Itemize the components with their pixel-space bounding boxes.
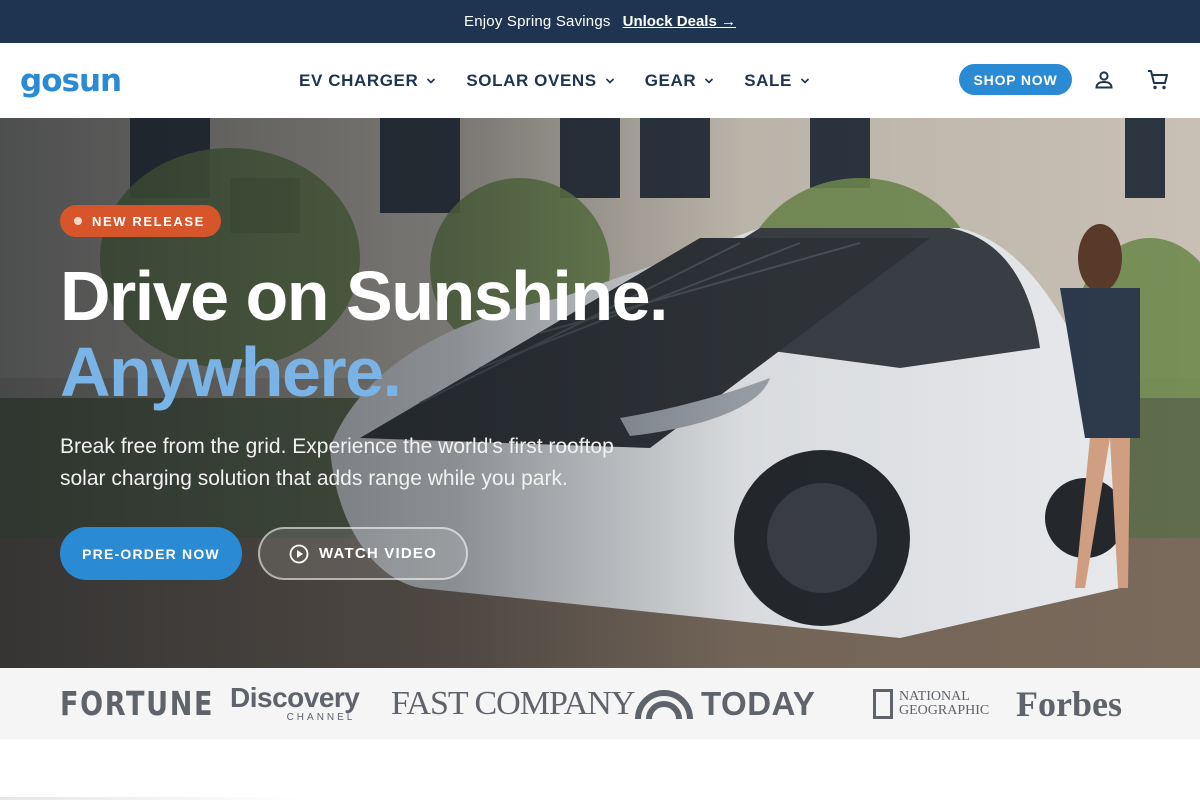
play-circle-icon bbox=[289, 544, 309, 563]
new-release-badge: NEW RELEASE bbox=[60, 205, 221, 237]
discovery-main: Discovery bbox=[230, 682, 360, 713]
badge-dot-icon bbox=[74, 217, 82, 225]
announcement-bar: Enjoy Spring Savings Unlock Deals → bbox=[0, 0, 1200, 43]
logo-text: gosun bbox=[20, 63, 122, 99]
site-header: gosun EV CHARGER SOLAR OVENS GEAR SALE S… bbox=[0, 43, 1200, 118]
chevron-down-icon bbox=[427, 77, 436, 84]
unlock-deals-link[interactable]: Unlock Deals → bbox=[623, 13, 736, 30]
chevron-down-icon bbox=[800, 77, 810, 84]
watch-video-button[interactable]: WATCH VIDEO bbox=[258, 527, 468, 580]
hero-headline-accent: Anywhere. bbox=[60, 333, 402, 411]
press-logos-bar: FORTUNE Discovery CHANNEL FAST COMPANY T… bbox=[0, 668, 1200, 739]
nav-label: SOLAR OVENS bbox=[466, 70, 597, 90]
hero-section: NEW RELEASE Drive on Sunshine. Anywhere.… bbox=[0, 118, 1200, 668]
chevron-down-icon bbox=[705, 77, 714, 84]
nav-label: EV CHARGER bbox=[299, 70, 419, 90]
fortune-logo: FORTUNE bbox=[60, 684, 215, 723]
badge-label: NEW RELEASE bbox=[92, 213, 205, 229]
announcement-message: Enjoy Spring Savings bbox=[464, 13, 611, 30]
natgeo-frame-icon bbox=[873, 688, 893, 719]
natgeo-line-2: GEOGRAPHIC bbox=[899, 702, 990, 718]
today-logo: TODAY bbox=[635, 668, 815, 739]
rainbow-icon bbox=[635, 689, 693, 719]
today-text: TODAY bbox=[701, 684, 816, 722]
nav-sale[interactable]: SALE bbox=[744, 71, 810, 91]
main-nav: EV CHARGER SOLAR OVENS GEAR SALE bbox=[299, 43, 810, 118]
natgeo-text: NATIONAL GEOGRAPHIC bbox=[899, 688, 990, 718]
chevron-down-icon bbox=[605, 77, 614, 84]
gosun-logo[interactable]: gosun bbox=[20, 63, 122, 99]
natgeo-line-1: NATIONAL bbox=[899, 688, 970, 704]
nav-solar-ovens[interactable]: SOLAR OVENS bbox=[466, 71, 614, 91]
nav-gear[interactable]: GEAR bbox=[645, 71, 715, 91]
shop-now-button[interactable]: SHOP NOW bbox=[959, 64, 1072, 95]
nav-ev-charger[interactable]: EV CHARGER bbox=[299, 71, 436, 91]
cart-icon[interactable] bbox=[1146, 68, 1170, 92]
forbes-logo: Forbes bbox=[1016, 683, 1122, 724]
hero-subtext: Break free from the grid. Experience the… bbox=[60, 435, 614, 490]
discovery-channel-logo: Discovery CHANNEL bbox=[230, 668, 360, 739]
fast-company-logo: FAST COMPANY bbox=[391, 684, 635, 722]
discovery-sub: CHANNEL bbox=[286, 712, 356, 723]
national-geographic-logo: NATIONAL GEOGRAPHIC bbox=[873, 668, 989, 739]
hero-headline: Drive on Sunshine. bbox=[60, 257, 669, 335]
below-fold-section bbox=[0, 739, 1200, 800]
nav-label: SALE bbox=[744, 70, 792, 90]
nav-label: GEAR bbox=[644, 70, 697, 90]
pre-order-button[interactable]: PRE-ORDER NOW bbox=[60, 527, 242, 580]
watch-video-label: WATCH VIDEO bbox=[319, 545, 437, 562]
account-icon[interactable] bbox=[1092, 68, 1116, 92]
